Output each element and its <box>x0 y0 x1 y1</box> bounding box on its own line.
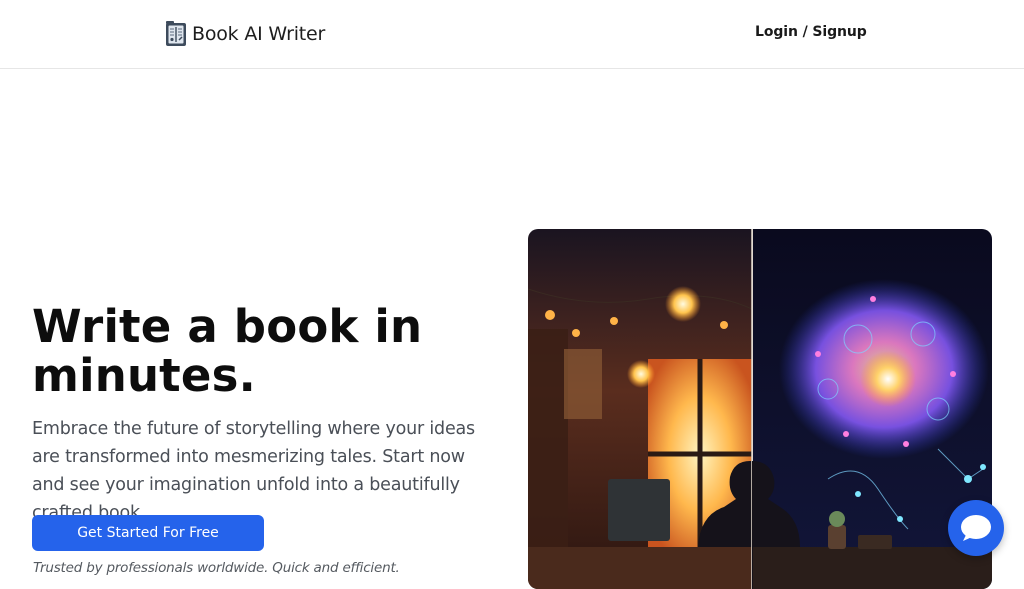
get-started-button[interactable]: Get Started For Free <box>32 515 264 551</box>
book-logo-icon <box>166 21 186 46</box>
site-header: Book AI Writer Login / Signup <box>0 0 1024 69</box>
chat-button[interactable] <box>948 500 1004 556</box>
hero-illustration <box>528 229 992 589</box>
brand-logo-link[interactable]: Book AI Writer <box>164 18 325 50</box>
hero-title: Write a book in minutes. <box>32 302 502 400</box>
hero-title-line2: minutes. <box>32 349 256 402</box>
hero-title-line1: Write a book in <box>32 300 423 353</box>
hero-description: Embrace the future of storytelling where… <box>32 419 475 523</box>
chat-bubble-icon <box>961 515 991 541</box>
brand-name: Book AI Writer <box>192 23 326 45</box>
trusted-tagline: Trusted by professionals worldwide. Quic… <box>33 560 400 576</box>
login-signup-link[interactable]: Login / Signup <box>755 24 867 40</box>
